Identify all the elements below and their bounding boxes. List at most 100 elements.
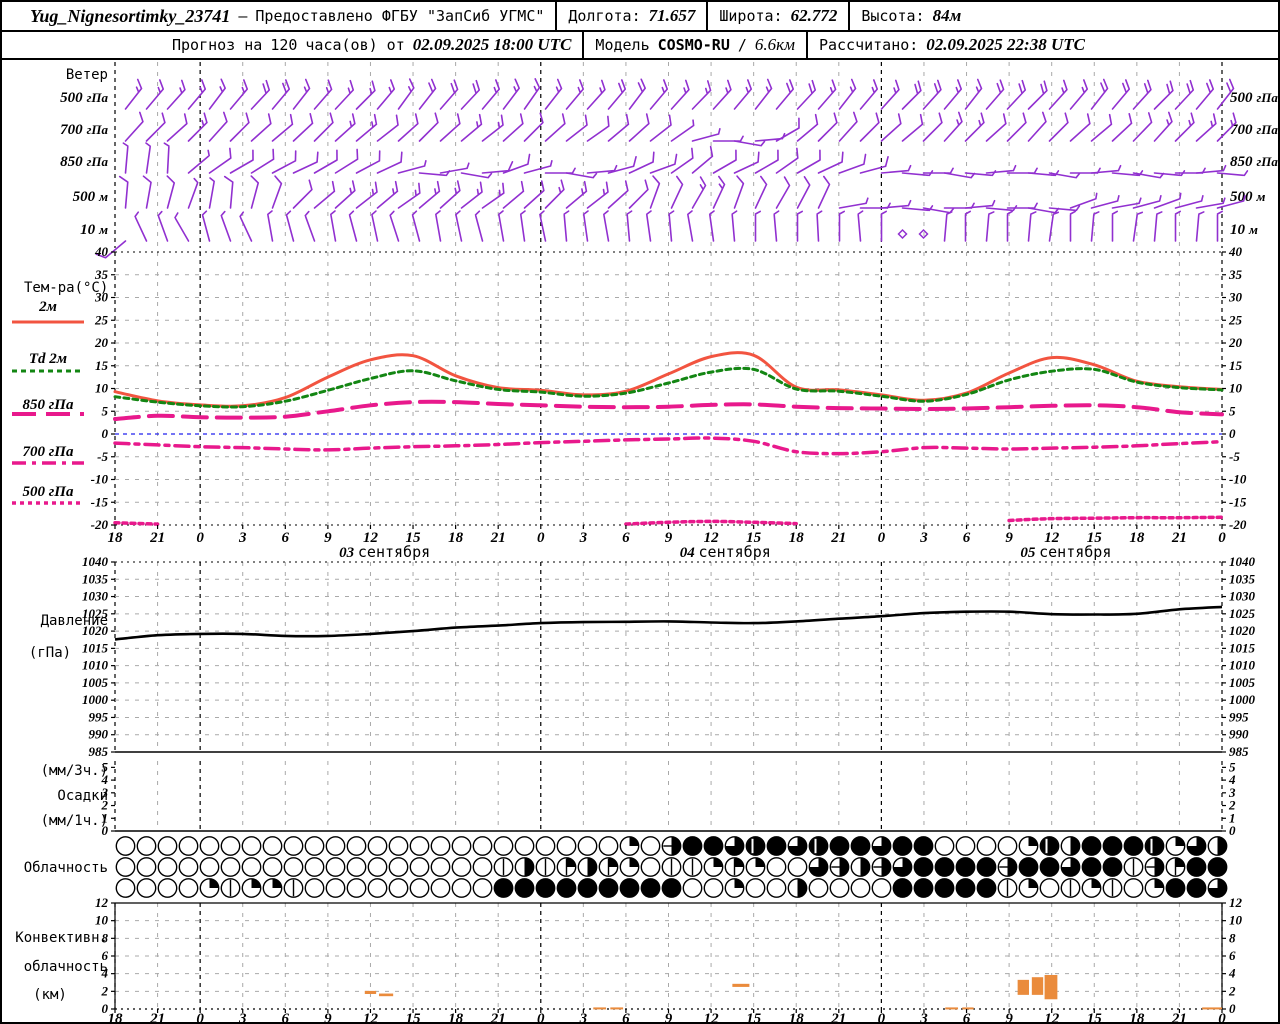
axis-tick-label: 0 (102, 426, 109, 441)
axis-tick-label: 12 (1229, 895, 1243, 910)
axis-tick-label: -20 (1229, 517, 1247, 532)
axis-tick-label: 0 (1218, 530, 1226, 546)
axis-tick-label: 12 (95, 895, 109, 910)
axis-tick-label: 12 (704, 1011, 720, 1022)
axis-tick-label: 990 (89, 727, 109, 742)
axis-tick-label: 0 (1229, 823, 1236, 838)
axis-tick-label: 15 (1229, 358, 1243, 373)
axis-tick-label: 0 (1229, 1001, 1236, 1016)
axis-tick-label: 1015 (82, 640, 109, 655)
axis-tick-label: 1025 (1229, 606, 1256, 621)
axis-tick-label: 9 (324, 1011, 332, 1022)
axis-tick-label: 0 (196, 1011, 204, 1022)
axis-tick-label: 25 (1228, 312, 1243, 327)
axis-tick-label: 18 (789, 1011, 805, 1022)
axis-tick-label: 3 (238, 1011, 247, 1022)
axis-tick-label: 6 (282, 1011, 290, 1022)
axis-tick-label: 1035 (1229, 571, 1256, 586)
axis-tick-label: 1030 (1229, 589, 1256, 604)
axis-tick-label: 0 (196, 530, 204, 546)
axis-tick-label: 6 (1229, 948, 1236, 963)
axis-tick-label: 20 (94, 335, 109, 350)
axis-tick-label: 9 (1005, 1011, 1013, 1022)
axis-tick-label: 1000 (1229, 692, 1256, 707)
axis-tick-label: 15 (1087, 1011, 1103, 1022)
axis-tick-label: 8 (1229, 930, 1236, 945)
axis-tick-label: -10 (1229, 472, 1247, 487)
axis-tick-label: 18 (108, 1011, 124, 1022)
axis-tick-label: 3 (238, 530, 247, 546)
axis-tick-label: 1000 (82, 692, 109, 707)
axis-tick-label: 1015 (1229, 640, 1256, 655)
cloud-cover-rows (115, 836, 1228, 898)
axis-tick-label: 3 (579, 1011, 588, 1022)
axis-tick-label: 18 (448, 1011, 464, 1022)
axis-tick-label: 35 (94, 267, 109, 282)
temperature-series (113, 351, 1224, 526)
axis-tick-label: 0 (537, 530, 545, 546)
convective-cloud-bars (364, 974, 1222, 1010)
axis-tick-label: 18 (1129, 530, 1145, 546)
axis-tick-label: 3 (919, 1011, 928, 1022)
axis-tick-label: 9 (665, 530, 673, 546)
axis-tick-label: -15 (1229, 494, 1247, 509)
axis-tick-label: 0 (1229, 426, 1236, 441)
axis-tick-label: 6 (963, 1011, 971, 1022)
axis-tick-label: 18 (108, 530, 124, 546)
axis-tick-label: 4 (1228, 966, 1236, 981)
axis-tick-label: 5 (1229, 403, 1236, 418)
axis-tick-label: 20 (1228, 335, 1243, 350)
axis-tick-label: 35 (1228, 267, 1243, 282)
axis-tick-label: 6 (622, 1011, 630, 1022)
axis-tick-label: 995 (1229, 709, 1249, 724)
axis-tick-label: 2 (101, 983, 109, 998)
axis-tick-label: 21 (490, 1011, 506, 1022)
axis-tick-label: 9 (1005, 530, 1013, 546)
date-label: 04 сентября (680, 543, 771, 561)
axis-tick-label: 30 (94, 290, 109, 305)
axis-tick-label: 30 (1228, 290, 1243, 305)
axis-tick-label: 1040 (1229, 554, 1256, 569)
axis-tick-label: 10 (1229, 381, 1243, 396)
meteogram-chart: 40 4035 3530 3025 2520 2015 1510 105 50 0-5 -5-10-… (12, 62, 1256, 1022)
wind-barbs (95, 78, 1249, 259)
axis-tick-label: 12 (1044, 1011, 1060, 1022)
axis-tick-label: 18 (448, 530, 464, 546)
axis-tick-label: 2 (1228, 983, 1236, 998)
axis-tick-label: 1020 (1229, 623, 1256, 638)
axis-tick-label: 1005 (1229, 675, 1256, 690)
axis-tick-label: 9 (324, 530, 332, 546)
axis-tick-label: 21 (490, 530, 506, 546)
axis-tick-label: 15 (406, 1011, 422, 1022)
axis-tick-label: 6 (622, 530, 630, 546)
temp-legend-lines (12, 320, 84, 505)
axis-tick-label: 12 (363, 1011, 379, 1022)
axis-tick-label: 40 (94, 244, 109, 259)
axis-tick-label: 8 (102, 930, 109, 945)
axis-tick-label: 995 (89, 709, 109, 724)
axis-tick-label: -20 (91, 517, 109, 532)
axis-tick-label: 18 (789, 530, 805, 546)
meteogram-page: Yug_Nignesortimky_23741 — Предоставлено … (0, 0, 1280, 1024)
axis-tick-label: 10 (95, 913, 109, 928)
axis-tick-label: 6 (102, 948, 109, 963)
axis-tick-label: 3 (579, 530, 588, 546)
axis-tick-label: 0 (102, 823, 109, 838)
axis-tick-label: 10 (1229, 913, 1243, 928)
axis-tick-label: 0 (878, 1011, 886, 1022)
axis-tick-label: 25 (94, 312, 109, 327)
axis-tick-label: 21 (830, 1011, 846, 1022)
axis-tick-label: -10 (91, 472, 109, 487)
axis-tick-label: 6 (282, 530, 290, 546)
axis-tick-label: 10 (95, 381, 109, 396)
axis-tick-label: 15 (95, 358, 109, 373)
axis-tick-label: 1010 (82, 658, 109, 673)
axis-tick-label: 15 (746, 1011, 762, 1022)
axis-tick-label: 1010 (1229, 658, 1256, 673)
axis-tick-label: 4 (101, 966, 109, 981)
axis-tick-label: 985 (89, 744, 109, 759)
axis-tick-label: 3 (919, 530, 928, 546)
axis-tick-label: 0 (537, 1011, 545, 1022)
date-label: 03 сентября (339, 543, 430, 561)
axis-tick-label: 0 (878, 530, 886, 546)
